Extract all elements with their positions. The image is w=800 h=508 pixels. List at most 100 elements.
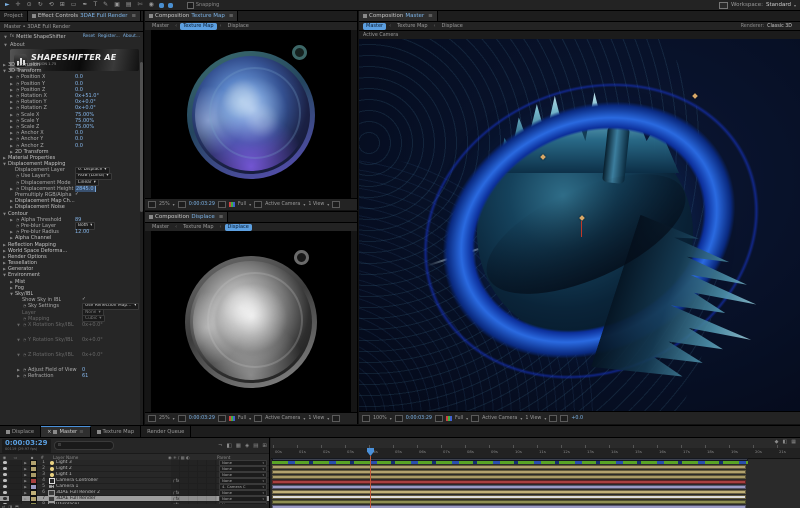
eye-icon[interactable] — [2, 485, 7, 488]
crumb-texture-map[interactable]: Texture Map — [394, 23, 430, 30]
channel-icon[interactable] — [445, 415, 452, 421]
param-value[interactable]: 0 — [82, 367, 85, 373]
param-row-scale-z[interactable]: ▶ ◔ Scale Z 75.00% — [0, 124, 139, 130]
layer-switches[interactable] — [171, 472, 217, 477]
eye-icon[interactable] — [2, 497, 7, 500]
paragraph-panel-icon[interactable] — [167, 2, 173, 8]
param-row-scale-x[interactable]: ▶ ◔ Scale X 75.00% — [0, 112, 139, 118]
stopwatch-icon[interactable]: ◔ — [22, 373, 27, 379]
video-toggle[interactable] — [0, 491, 9, 494]
video-toggle[interactable] — [0, 485, 9, 488]
param-checkbox[interactable]: ✓ — [75, 192, 79, 198]
close-icon[interactable]: × — [47, 429, 51, 435]
layer-name[interactable]: Camera 1 — [56, 484, 171, 489]
timeline-tab-render-queue[interactable]: Render Queue — [141, 426, 192, 437]
audio-solo-lock-cells[interactable] — [9, 478, 22, 483]
param-row-adjust-field-of-view[interactable]: ▶ ◔ Adjust Field of View 0 — [0, 367, 139, 373]
selection-tool-icon[interactable]: ► — [4, 1, 11, 9]
layer-name[interactable]: [Displace] — [56, 502, 171, 504]
viewer-timecode[interactable]: 0:00:03:29 — [189, 416, 215, 421]
audio-solo-lock-cells[interactable] — [9, 496, 22, 501]
tab-project[interactable]: Project — [0, 11, 28, 21]
pan-camera-tool-icon[interactable]: ⟲ — [48, 1, 55, 9]
exposure-value[interactable]: +0.0 — [571, 416, 583, 421]
param-value[interactable]: 12.00 — [75, 229, 89, 235]
layer-switches[interactable] — [171, 484, 217, 489]
audio-solo-lock-cells[interactable] — [9, 460, 22, 465]
param-row-refraction[interactable]: ▶ ◔ Refraction 61 — [0, 373, 139, 379]
chevron-down-icon[interactable]: ▾ — [262, 479, 264, 483]
layer-twirl-icon[interactable]: ▶ — [22, 497, 29, 501]
shy-icon[interactable]: ◧ — [227, 443, 232, 449]
renderer-info[interactable]: Renderer: Classic 3D — [741, 24, 796, 29]
snapshot-icon[interactable] — [217, 415, 226, 422]
param-value[interactable]: 0.0 — [75, 143, 83, 149]
channel-icon[interactable] — [228, 416, 235, 421]
viewer-timecode[interactable]: 0:00:03:29 — [189, 202, 215, 207]
label-color-chip[interactable] — [29, 501, 37, 504]
layer-switches[interactable]: ∕ fx — [171, 478, 217, 483]
eye-icon[interactable] — [2, 473, 7, 476]
crumb-texture-map[interactable]: Texture Map — [180, 22, 217, 30]
twirl-icon[interactable]: ▶ — [2, 254, 7, 260]
stopwatch-icon[interactable]: ◔ — [15, 223, 20, 229]
view-layout[interactable]: 1 View — [308, 416, 324, 421]
layer-switches[interactable]: ∕ fx — [171, 496, 217, 501]
stopwatch-icon[interactable]: ◔ — [15, 124, 20, 130]
crumb-displace[interactable]: Displace — [439, 23, 466, 30]
layer-twirl-icon[interactable]: ▶ — [22, 485, 29, 489]
snapshot-icon[interactable] — [217, 201, 226, 208]
twirl-down-icon[interactable]: ▼ — [3, 43, 8, 47]
master-viewport[interactable] — [359, 39, 800, 412]
audio-solo-lock-cells[interactable] — [9, 490, 22, 495]
flowchart-icon[interactable] — [560, 414, 569, 422]
twirl-icon[interactable]: ▼ — [16, 322, 21, 328]
param-value[interactable]: 0.0 — [75, 74, 83, 80]
twirl-icon[interactable]: ▶ — [16, 367, 21, 373]
twirl-icon[interactable]: ▼ — [16, 352, 21, 358]
timeline-icon[interactable] — [549, 414, 558, 422]
twirl-icon[interactable]: ▶ — [9, 93, 14, 99]
crumb-displace[interactable]: Displace — [224, 223, 252, 231]
camera-select[interactable]: Active Camera — [482, 416, 517, 421]
stopwatch-icon[interactable]: ◔ — [15, 180, 20, 186]
stopwatch-icon[interactable]: ◔ — [22, 316, 27, 322]
chevron-down-icon[interactable]: ▾ — [262, 503, 264, 505]
transfer-controls-icon[interactable]: ◨ — [8, 504, 12, 508]
twirl-icon[interactable]: ▶ — [9, 118, 14, 124]
eye-icon[interactable] — [2, 491, 7, 494]
timeline-tab-displace[interactable]: Displace — [0, 426, 42, 437]
twirl-icon[interactable]: ▶ — [9, 229, 14, 235]
hand-tool-icon[interactable]: ✛ — [15, 1, 22, 9]
pixel-aspect-icon[interactable] — [332, 201, 341, 208]
type-tool-icon[interactable]: T — [92, 1, 98, 9]
safe-areas-icon[interactable] — [394, 414, 403, 422]
stopwatch-icon[interactable]: ◔ — [15, 112, 20, 118]
region-of-interest-icon[interactable] — [254, 201, 263, 208]
audio-solo-lock-cells[interactable] — [9, 484, 22, 489]
param-value[interactable]: 75.00% — [75, 124, 94, 130]
layer-bar-5[interactable] — [272, 485, 746, 489]
twirl-icon[interactable]: ▶ — [9, 217, 14, 223]
tab-composition-master[interactable]: Composition Master ≡ — [359, 11, 438, 21]
layer-bar-1[interactable] — [272, 465, 746, 469]
view-layout[interactable]: 1 View — [525, 416, 541, 421]
chevron-down-icon[interactable]: ▾ — [262, 473, 264, 477]
current-time-display[interactable]: 0:00:03:29 00119 (29.97 fps) — [2, 438, 51, 453]
twirl-icon[interactable]: ▶ — [9, 285, 14, 291]
twirl-icon[interactable]: ▶ — [2, 242, 7, 248]
timeline-tab-texture-map[interactable]: Texture Map — [91, 426, 142, 437]
layer-bar-3[interactable] — [272, 475, 746, 479]
tab-composition-texture-map[interactable]: Composition Texture Map ≡ — [145, 11, 239, 21]
channel-icon[interactable] — [228, 202, 235, 207]
layer-twirl-icon[interactable]: ▶ — [22, 467, 29, 471]
stopwatch-icon[interactable]: ◔ — [22, 367, 27, 373]
stopwatch-icon[interactable]: ◔ — [22, 352, 27, 358]
param-row-y-rotation-sky-ibl[interactable]: ▼ ◔ Y Rotation Sky/IBL 0x+0.0° — [0, 337, 139, 352]
param-value[interactable]: 0.0 — [75, 130, 83, 136]
texture-map-viewport[interactable] — [145, 30, 357, 199]
snapshot-icon[interactable] — [434, 414, 443, 422]
param-row-displacement-height[interactable]: ▶ ◔ Displacement Height 2845.0 — [0, 185, 139, 192]
twirl-icon[interactable]: ▶ — [2, 266, 7, 272]
param-value[interactable]: 75.00% — [75, 118, 94, 124]
